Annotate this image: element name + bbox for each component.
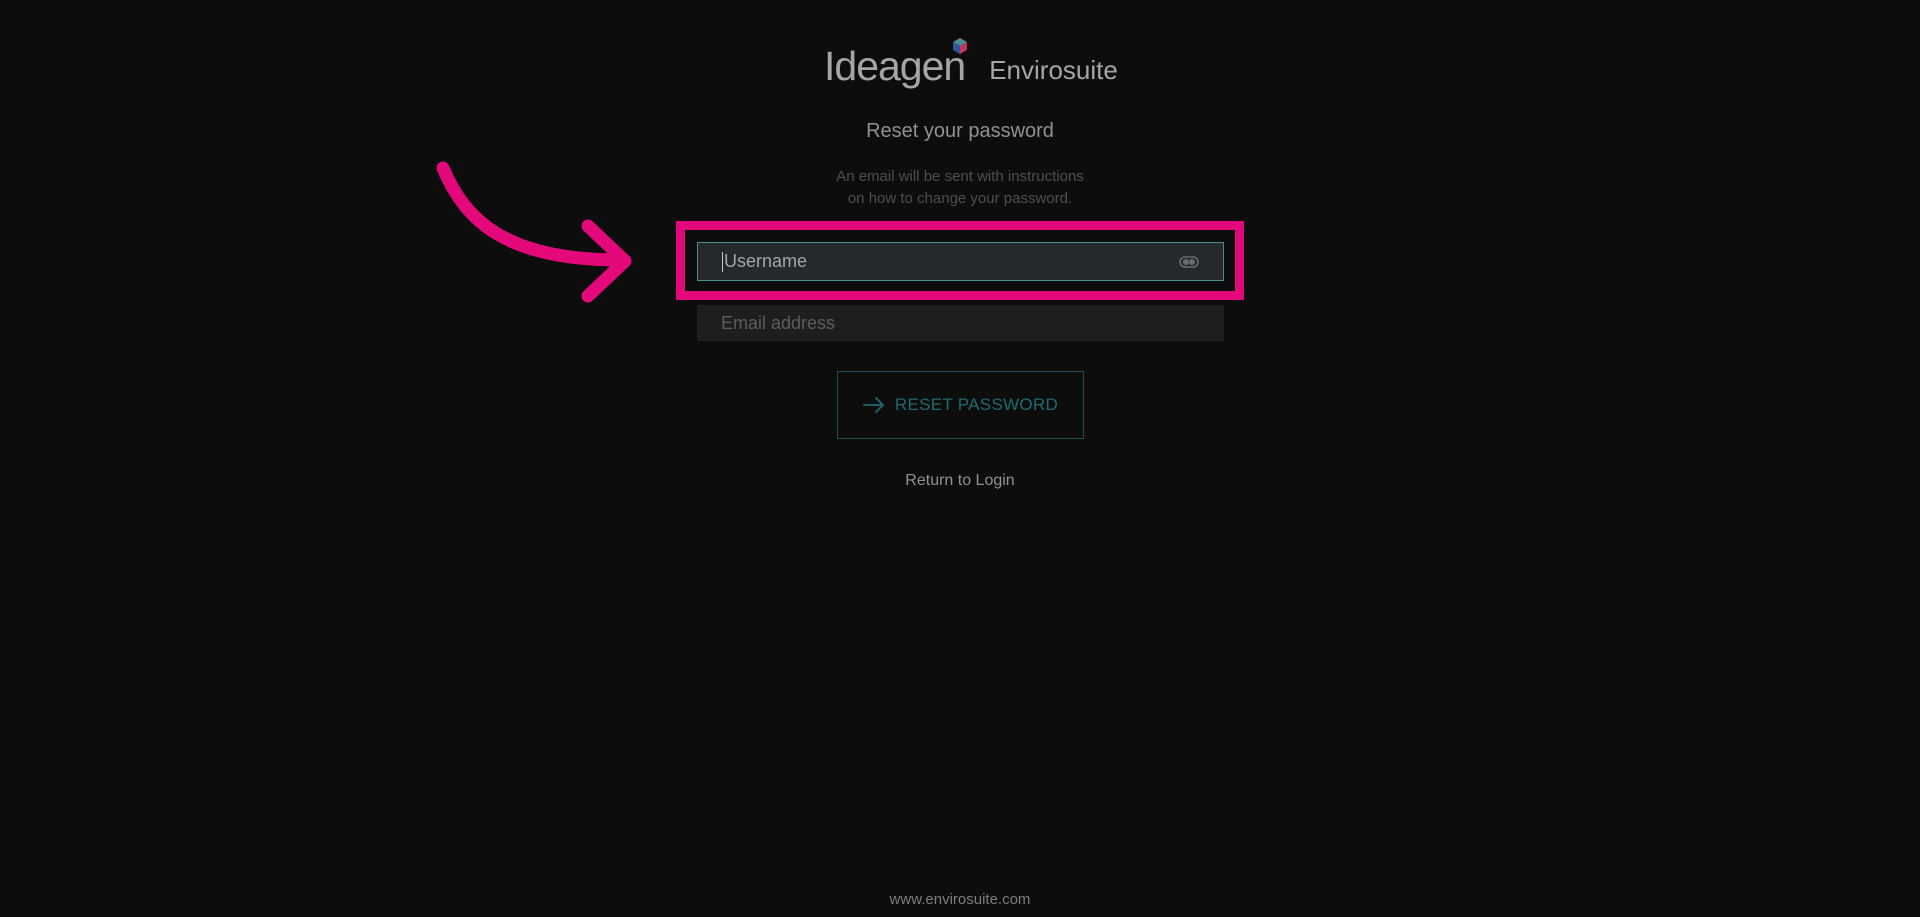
- reset-password-page: Ideagen Envirosuite Reset your password …: [0, 0, 1920, 917]
- instructions-text: An email will be sent with instructions …: [760, 166, 1160, 210]
- instructions-line-1: An email will be sent with instructions: [836, 168, 1084, 185]
- logo-envirosuite: Envirosuite: [989, 55, 1118, 85]
- arrow-right-icon: [862, 397, 885, 413]
- reset-password-button[interactable]: RESET PASSWORD: [837, 371, 1084, 439]
- email-field[interactable]: [697, 305, 1224, 341]
- return-to-login-link[interactable]: Return to Login: [860, 470, 1060, 492]
- username-input[interactable]: [724, 251, 1179, 272]
- text-caret: [722, 251, 723, 272]
- instructions-line-2: on how to change your password.: [847, 190, 1073, 207]
- logo-ideagen: Ideagen: [824, 43, 966, 89]
- page-title: Reset your password: [866, 120, 1054, 142]
- visibility-toggle-icon[interactable]: [1179, 255, 1199, 268]
- username-field[interactable]: [697, 242, 1224, 281]
- brand-logo: Ideagen Envirosuite: [824, 38, 1118, 89]
- email-input[interactable]: [721, 312, 1200, 334]
- logo-cube-icon: [953, 38, 967, 54]
- footer-url[interactable]: www.envirosuite.com: [810, 890, 1110, 910]
- reset-password-label: RESET PASSWORD: [894, 395, 1059, 414]
- curved-arrow-icon: [436, 161, 632, 303]
